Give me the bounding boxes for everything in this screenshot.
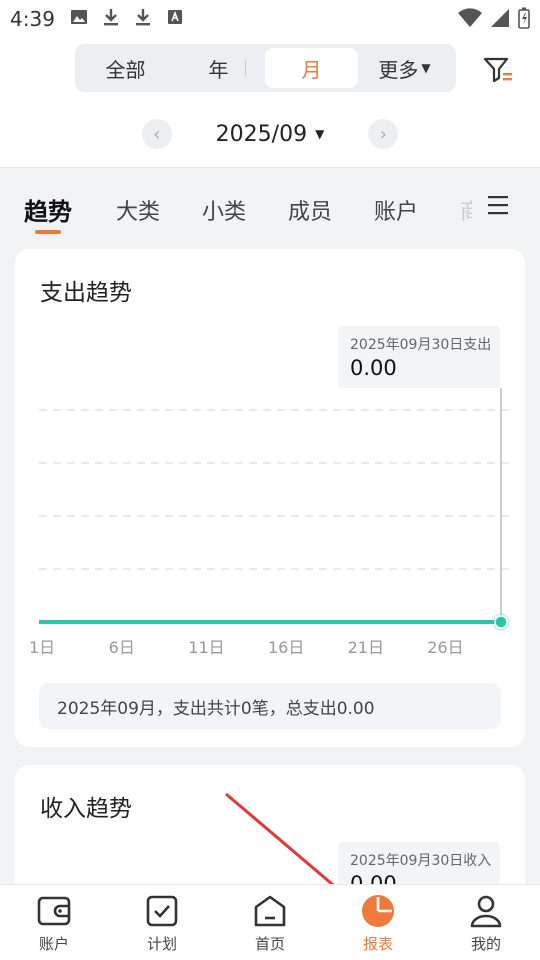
period-option-all-label: 全部 <box>105 57 146 82</box>
x-tick-label: 21日 <box>347 638 384 657</box>
status-notification-icons <box>70 8 184 26</box>
x-tick-label: 26日 <box>427 638 464 657</box>
battery-icon <box>518 7 530 29</box>
expense-summary: 2025年09月，支出共计0笔，总支出0.00 <box>39 683 501 729</box>
wallet-icon <box>37 896 71 926</box>
month-label: 2025/09 <box>215 121 308 147</box>
report-tabs: 趋势 大类 小类 成员 账户 商 <box>0 168 540 240</box>
month-navigator: ‹ 2025/09 ▼ › <box>0 114 540 154</box>
chevron-left-icon: ‹ <box>153 123 161 145</box>
expense-line-chart[interactable] <box>15 249 525 679</box>
signal-icon <box>491 9 509 27</box>
x-tick-label: 11日 <box>188 638 225 657</box>
nav-label-reports: 报表 <box>362 935 393 953</box>
nav-label-home: 首页 <box>254 935 285 953</box>
chevron-right-icon: › <box>379 123 387 145</box>
expense-tooltip-date: 2025年09月30日支出 <box>350 337 492 353</box>
x-tick-label: 16日 <box>267 638 305 657</box>
tab-member[interactable]: 成员 <box>288 194 332 226</box>
nav-label-plan: 计划 <box>146 935 177 953</box>
wifi-icon <box>458 8 482 27</box>
period-option-year[interactable]: 年 <box>172 48 265 88</box>
nav-item-profile[interactable]: 我的 <box>432 885 540 960</box>
expense-tooltip: 2025年09月30日支出 0.00 <box>338 326 500 388</box>
period-option-more[interactable]: 更多 ▼ <box>358 48 451 88</box>
checkbox-icon <box>146 895 178 927</box>
pie-chart-icon <box>362 895 394 927</box>
tab-category[interactable]: 大类 <box>116 194 160 226</box>
highlight-point[interactable] <box>494 615 508 629</box>
nav-item-reports[interactable]: 报表 <box>324 885 432 960</box>
nav-label-profile: 我的 <box>470 935 501 953</box>
x-tick-label: 6日 <box>108 638 135 657</box>
status-system-icons <box>458 7 530 29</box>
status-bar: 4:39 <box>0 0 540 36</box>
download-notification-icon-2 <box>136 9 150 26</box>
expense-trend-card: 支出趋势 2025年09月30日支出 0.00 1日 6日 11日 16日 21日 26日… <box>15 249 525 747</box>
caret-down-icon: ▼ <box>315 127 325 141</box>
home-icon <box>254 895 286 927</box>
period-option-month[interactable]: 月 <box>265 48 358 88</box>
previous-month-button[interactable]: ‹ <box>141 119 172 149</box>
period-segmented-control: 全部 年 月 更多 ▼ <box>75 44 456 92</box>
month-picker[interactable]: 2025/09 ▼ <box>216 122 325 147</box>
segment-divider <box>245 60 246 76</box>
period-option-year-label: 年 <box>208 57 229 82</box>
menu-icon[interactable] <box>486 194 512 216</box>
bottom-navigation: 账户 计划 首页 报表 我的 <box>0 884 540 960</box>
x-tick-label: 1日 <box>29 638 56 657</box>
person-icon <box>470 895 502 928</box>
period-option-all[interactable]: 全部 <box>79 48 172 88</box>
period-option-month-label: 月 <box>301 57 322 82</box>
filter-icon[interactable] <box>482 54 514 86</box>
expense-tooltip-value: 0.00 <box>350 356 397 380</box>
tab-trend[interactable]: 趋势 <box>24 192 72 227</box>
expense-summary-text: 2025年09月，支出共计0笔，总支出0.00 <box>57 698 375 719</box>
tab-subcategory[interactable]: 小类 <box>202 194 246 226</box>
status-time: 4:39 <box>10 7 55 31</box>
period-option-more-label: 更多 <box>378 57 419 82</box>
income-tooltip-date: 2025年09月30日收入 <box>350 853 492 869</box>
nav-item-plan[interactable]: 计划 <box>108 885 216 960</box>
nav-label-accounts: 账户 <box>38 935 69 953</box>
caret-down-icon: ▼ <box>421 61 431 75</box>
tab-merchant[interactable]: 商 <box>460 194 472 226</box>
income-card-title: 收入趋势 <box>40 796 132 822</box>
image-notification-icon <box>71 10 87 24</box>
report-header: 全部 年 月 更多 ▼ ‹ 2025/09 ▼ › <box>0 36 540 168</box>
nav-item-accounts[interactable]: 账户 <box>0 885 108 960</box>
active-tab-indicator <box>35 230 61 234</box>
nav-item-home[interactable]: 首页 <box>216 885 324 960</box>
download-notification-icon <box>104 9 118 26</box>
next-month-button[interactable]: › <box>368 119 399 149</box>
tab-account[interactable]: 账户 <box>374 194 418 226</box>
font-notification-icon <box>168 10 182 24</box>
